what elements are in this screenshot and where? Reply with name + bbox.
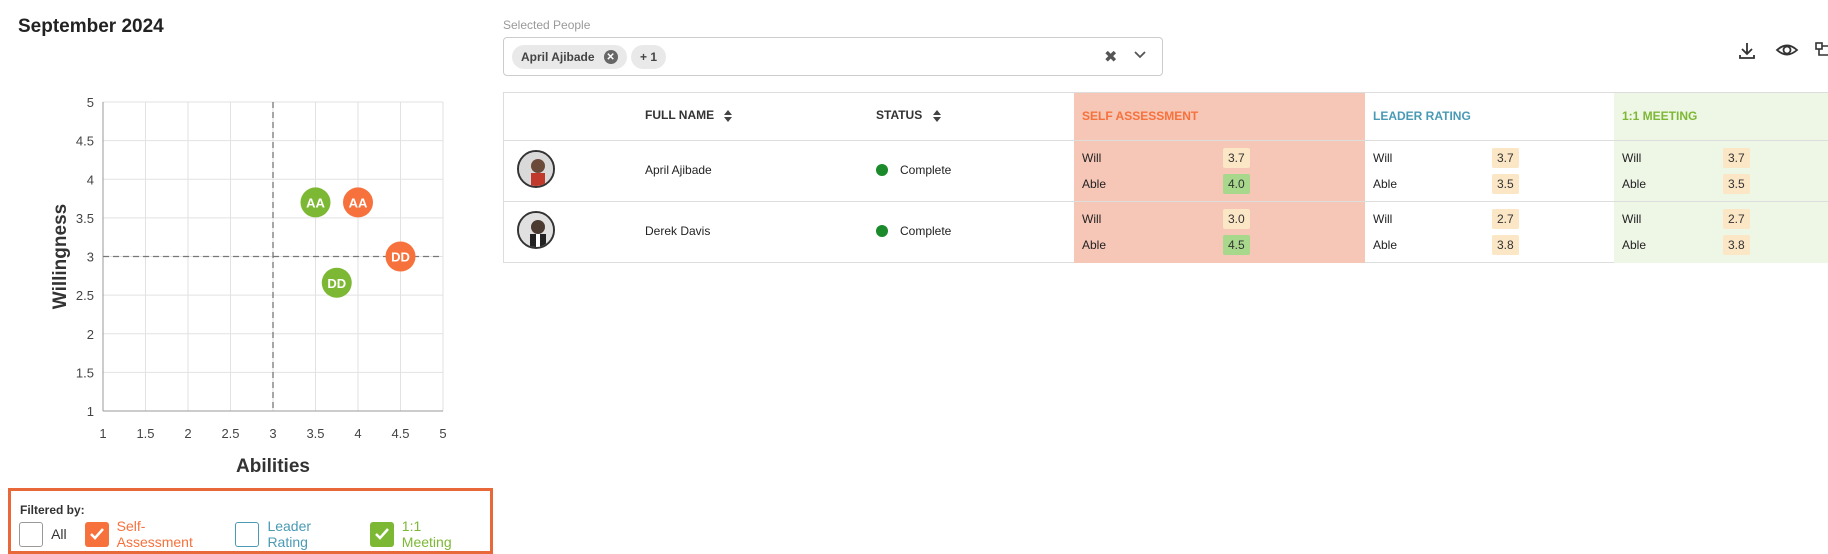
sort-icon[interactable] bbox=[723, 109, 733, 123]
leader-will-score: 2.7 bbox=[1492, 209, 1519, 229]
header-status-label: STATUS bbox=[876, 108, 923, 122]
header-meeting: 1:1 MEETING bbox=[1622, 109, 1698, 123]
more-chip[interactable]: + 1 bbox=[631, 45, 667, 69]
download-icon[interactable] bbox=[1737, 40, 1757, 65]
filter-all-checkbox[interactable] bbox=[19, 521, 44, 547]
leader-able-score: 3.8 bbox=[1492, 235, 1519, 255]
person-chip-label: April Ajibade bbox=[521, 50, 595, 64]
meeting-able-score: 3.8 bbox=[1723, 235, 1750, 255]
y-tick-label: 1.5 bbox=[76, 365, 94, 380]
header-full-name[interactable]: FULL NAME bbox=[645, 108, 733, 123]
check-icon bbox=[374, 528, 389, 540]
self-able-score: 4.0 bbox=[1223, 174, 1250, 194]
y-tick-label: 2 bbox=[87, 327, 94, 342]
avatar bbox=[517, 150, 555, 188]
self-will-score: 3.0 bbox=[1223, 209, 1250, 229]
selected-people-label: Selected People bbox=[503, 18, 591, 32]
header-leader-rating: LEADER RATING bbox=[1373, 109, 1471, 123]
people-selector[interactable]: April Ajibade ✕ + 1 ✖ bbox=[503, 37, 1163, 76]
meeting-able-score: 3.5 bbox=[1723, 174, 1750, 194]
will-label: Will bbox=[1373, 212, 1393, 226]
x-tick-label: 5 bbox=[439, 426, 446, 441]
will-label: Will bbox=[1622, 151, 1642, 165]
x-axis-title: Abilities bbox=[236, 456, 310, 477]
person-chip[interactable]: April Ajibade ✕ bbox=[512, 45, 627, 69]
filter-self-assessment-label: Self-Assessment bbox=[116, 518, 193, 550]
will-label: Will bbox=[1082, 212, 1102, 226]
filter-meeting-checkbox[interactable] bbox=[369, 521, 394, 547]
able-label: Able bbox=[1082, 177, 1107, 191]
will-label: Will bbox=[1082, 151, 1102, 165]
y-tick-label: 2.5 bbox=[76, 288, 94, 303]
hierarchy-icon[interactable] bbox=[1815, 40, 1828, 65]
leader-will-score: 3.7 bbox=[1492, 148, 1519, 168]
x-tick-label: 1.5 bbox=[136, 426, 154, 441]
data-point-label: AA bbox=[306, 195, 325, 210]
header-status[interactable]: STATUS bbox=[876, 108, 942, 123]
x-tick-label: 4 bbox=[354, 426, 361, 441]
assessment-table: FULL NAME STATUS SELF ASSESSMENT LEADER … bbox=[503, 92, 1828, 263]
self-will-score: 3.7 bbox=[1223, 148, 1250, 168]
willingness-abilities-chart: 1 1.5 2 2.5 3 3.5 4 4.5 5 1 1.5 2 2.5 3 3.5 4 4.5 5 Abilit… bbox=[50, 95, 447, 477]
filter-leader-rating-checkbox[interactable] bbox=[235, 521, 260, 547]
filter-panel: Filtered by: All Self-Assessment Leader … bbox=[8, 488, 493, 554]
meeting-will-score: 2.7 bbox=[1723, 209, 1750, 229]
y-tick-label: 4.5 bbox=[76, 134, 94, 149]
able-label: Able bbox=[1373, 238, 1398, 252]
status-dot-icon bbox=[876, 164, 888, 176]
avatar bbox=[517, 211, 555, 249]
filter-leader-rating-label: Leader Rating bbox=[267, 518, 312, 550]
y-tick-label: 5 bbox=[87, 95, 94, 110]
page-title: September 2024 bbox=[18, 16, 164, 37]
status-text: Complete bbox=[900, 163, 952, 177]
filter-all-label: All bbox=[51, 526, 67, 542]
check-icon bbox=[89, 528, 104, 540]
meeting-will-score: 3.7 bbox=[1723, 148, 1750, 168]
data-point-label: DD bbox=[327, 276, 346, 291]
remove-chip-icon[interactable]: ✕ bbox=[603, 50, 618, 64]
filter-self-assessment-checkbox[interactable] bbox=[84, 521, 109, 547]
x-tick-label: 1 bbox=[99, 426, 106, 441]
clear-icon[interactable]: ✖ bbox=[1104, 47, 1117, 67]
able-label: Able bbox=[1622, 177, 1647, 191]
status-text: Complete bbox=[900, 224, 952, 238]
filter-title: Filtered by: bbox=[20, 503, 85, 517]
data-point-label: DD bbox=[391, 250, 410, 265]
chevron-down-icon[interactable] bbox=[1132, 46, 1148, 67]
self-able-score: 4.5 bbox=[1223, 235, 1250, 255]
full-name[interactable]: Derek Davis bbox=[645, 224, 710, 238]
able-label: Able bbox=[1373, 177, 1398, 191]
more-chip-label: + 1 bbox=[640, 50, 658, 64]
x-tick-label: 3.5 bbox=[306, 426, 324, 441]
will-label: Will bbox=[1373, 151, 1393, 165]
filter-meeting-label: 1:1 Meeting bbox=[401, 518, 452, 550]
full-name[interactable]: April Ajibade bbox=[645, 163, 712, 177]
able-label: Able bbox=[1622, 238, 1647, 252]
y-tick-label: 4 bbox=[87, 172, 94, 187]
x-tick-label: 3 bbox=[269, 426, 276, 441]
x-tick-label: 2.5 bbox=[221, 426, 239, 441]
able-label: Able bbox=[1082, 238, 1107, 252]
header-full-name-label: FULL NAME bbox=[645, 108, 715, 122]
x-tick-label: 2 bbox=[184, 426, 191, 441]
y-tick-label: 1 bbox=[87, 404, 94, 419]
sort-icon[interactable] bbox=[932, 109, 942, 123]
eye-icon[interactable] bbox=[1775, 40, 1799, 65]
status-dot-icon bbox=[876, 225, 888, 237]
leader-able-score: 3.5 bbox=[1492, 174, 1519, 194]
x-tick-label: 4.5 bbox=[391, 426, 409, 441]
y-tick-label: 3 bbox=[87, 250, 94, 265]
y-axis-title: Willingness bbox=[50, 204, 71, 309]
header-self-assessment: SELF ASSESSMENT bbox=[1082, 109, 1199, 123]
y-tick-label: 3.5 bbox=[76, 211, 94, 226]
data-point-label: AA bbox=[349, 195, 368, 210]
will-label: Will bbox=[1622, 212, 1642, 226]
